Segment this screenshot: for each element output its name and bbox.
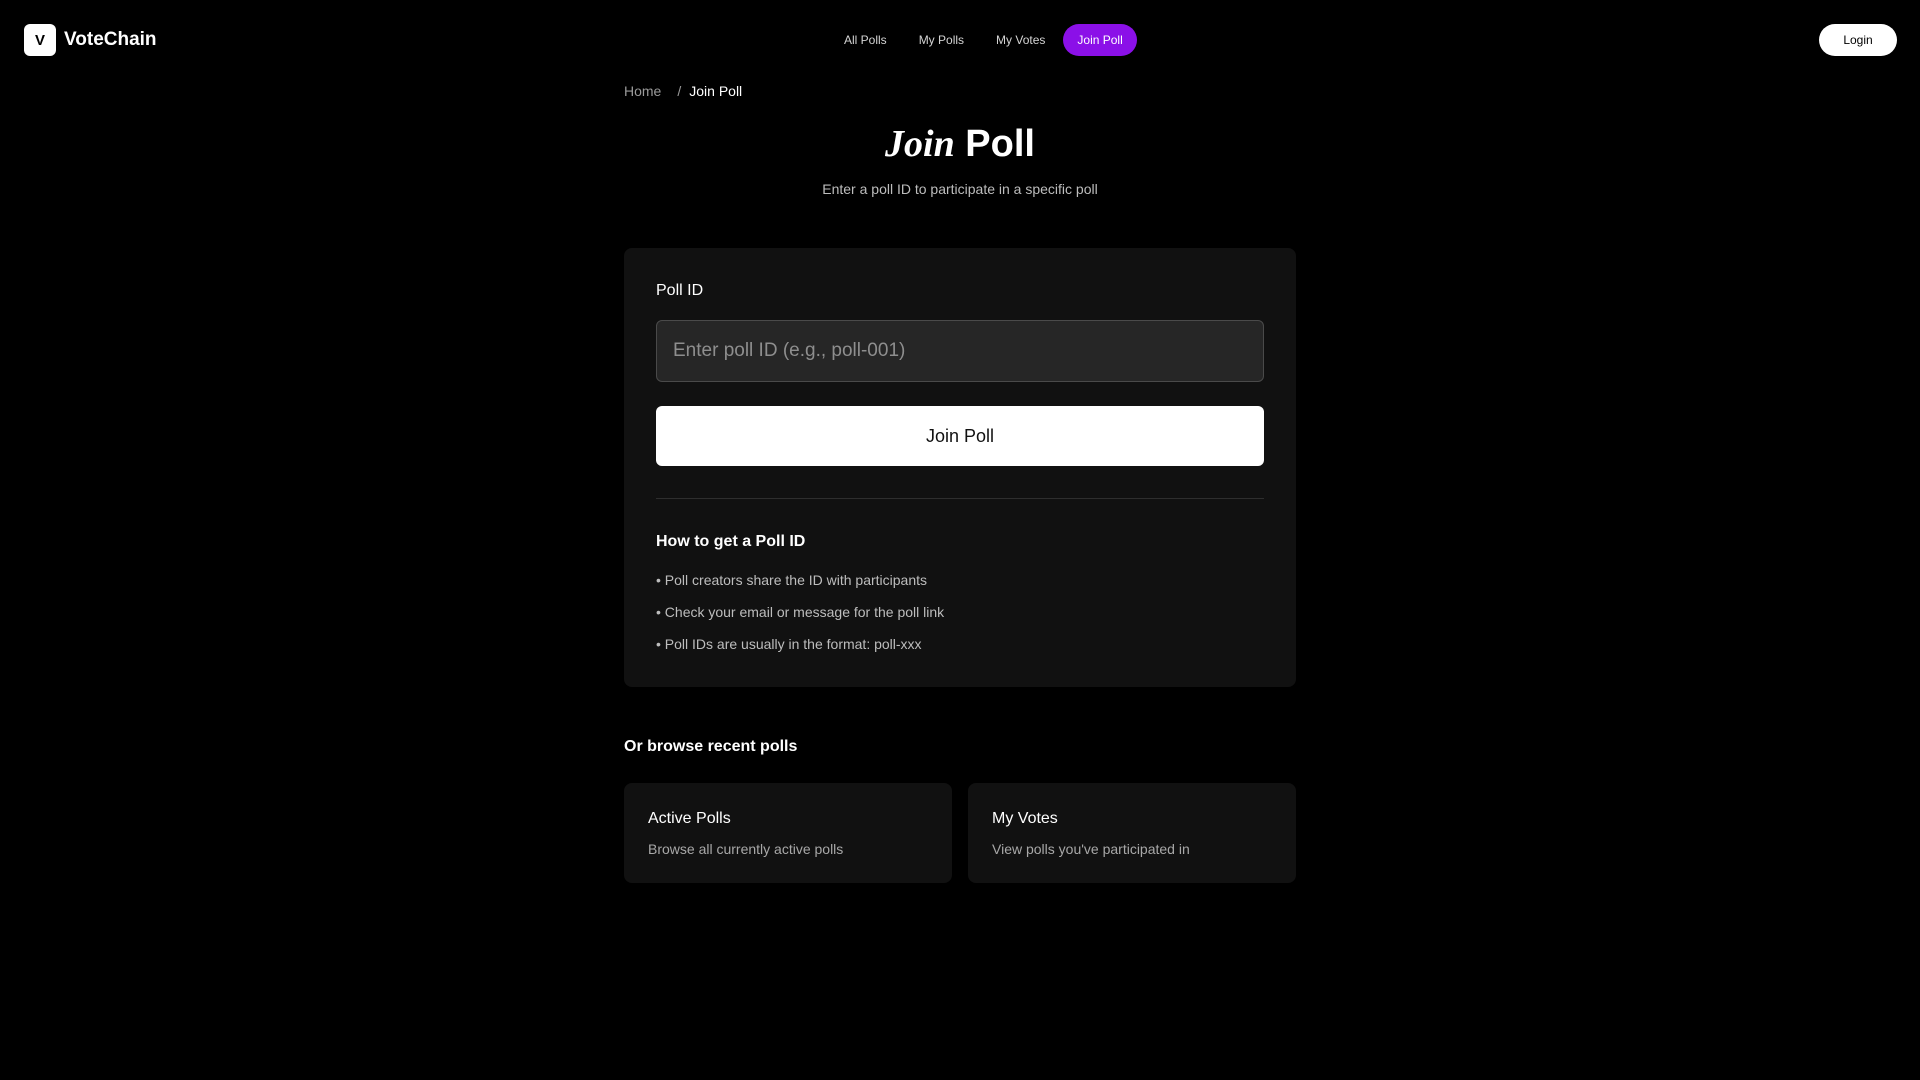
breadcrumb-separator: / [677, 83, 682, 99]
join-poll-button[interactable]: Join Poll [656, 406, 1264, 466]
my-votes-card[interactable]: My Votes View polls you've participated … [968, 783, 1296, 883]
main-nav: All Polls My Polls My Votes Join Poll [830, 24, 1137, 56]
nav-join-poll[interactable]: Join Poll [1063, 24, 1137, 56]
join-poll-card: Poll ID Join Poll How to get a Poll ID •… [624, 248, 1296, 687]
page-subtitle: Enter a poll ID to participate in a spec… [822, 181, 1098, 197]
howto-list: • Poll creators share the ID with partic… [656, 572, 944, 668]
browse-card-title: My Votes [992, 810, 1058, 827]
join-poll-page: V VoteChain All Polls My Polls My Votes … [0, 0, 1920, 1080]
poll-id-input[interactable] [656, 320, 1264, 382]
browse-card-description: Browse all currently active polls [648, 841, 844, 857]
browse-section-title: Or browse recent polls [624, 738, 798, 755]
poll-id-label: Poll ID [656, 282, 704, 299]
nav-my-votes[interactable]: My Votes [982, 24, 1059, 56]
card-divider [656, 498, 1264, 499]
page-title-italic: Join [885, 123, 955, 165]
page-title-regular: Poll [965, 123, 1035, 165]
howto-item: • Check your email or message for the po… [656, 604, 945, 620]
breadcrumb-current: Join Poll [689, 83, 743, 99]
breadcrumb-home-link[interactable]: Home [624, 83, 661, 99]
nav-my-polls[interactable]: My Polls [905, 24, 978, 56]
nav-all-polls[interactable]: All Polls [830, 24, 901, 56]
brand-logo[interactable]: V VoteChain [24, 24, 157, 56]
howto-item: • Poll IDs are usually in the format: po… [656, 636, 922, 652]
browse-card-description: View polls you've participated in [992, 841, 1190, 857]
breadcrumb: Home / Join Poll [624, 82, 742, 100]
login-button[interactable]: Login [1819, 24, 1897, 56]
howto-item: • Poll creators share the ID with partic… [656, 572, 928, 588]
page-title: Join Poll [0, 120, 1920, 168]
top-header: V VoteChain All Polls My Polls My Votes … [0, 0, 1920, 80]
howto-title: How to get a Poll ID [656, 533, 806, 550]
logo-badge: V [24, 24, 56, 56]
brand-name: VoteChain [64, 29, 157, 50]
browse-card-title: Active Polls [648, 810, 731, 827]
active-polls-card[interactable]: Active Polls Browse all currently active… [624, 783, 952, 883]
